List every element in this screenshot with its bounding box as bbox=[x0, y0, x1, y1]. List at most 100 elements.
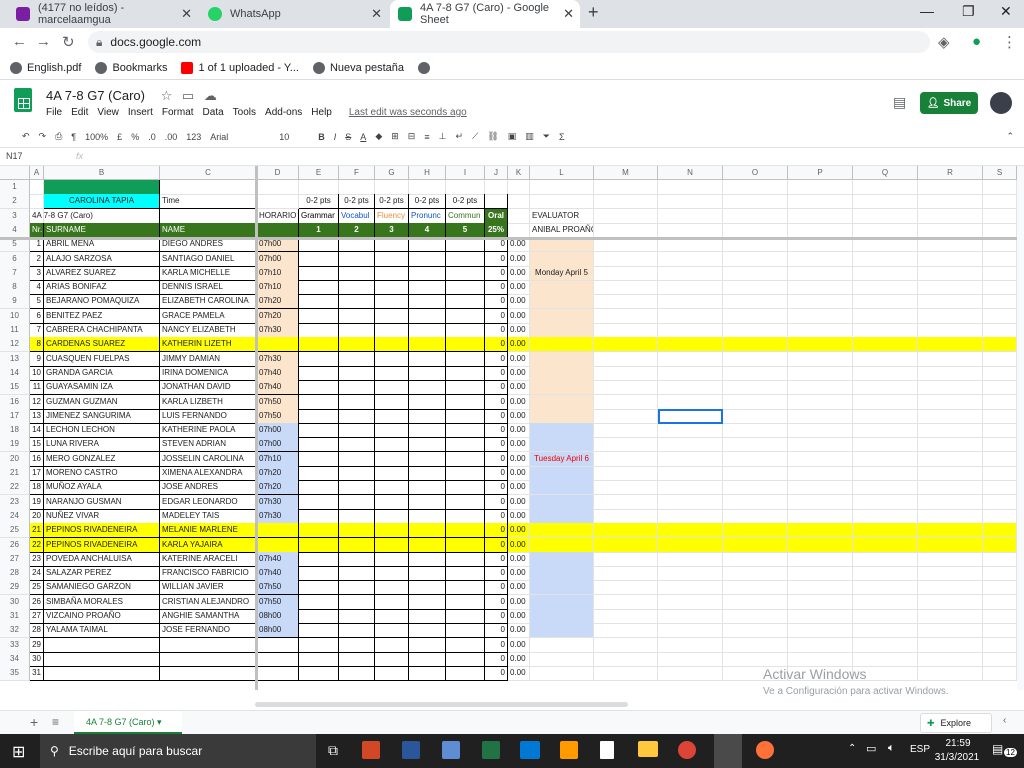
schedule-day-cell[interactable] bbox=[530, 594, 594, 610]
score-input-cell[interactable] bbox=[375, 594, 409, 610]
cell[interactable] bbox=[853, 222, 918, 238]
student-name-cell[interactable] bbox=[160, 637, 257, 653]
student-score-cell[interactable]: 0.00 bbox=[508, 308, 530, 324]
score-input-cell[interactable] bbox=[409, 623, 446, 639]
cell[interactable] bbox=[530, 180, 594, 195]
shield-icon[interactable]: ● bbox=[972, 33, 981, 50]
student-number-cell[interactable]: 21 bbox=[30, 523, 44, 539]
student-surname-cell[interactable]: LECHON LECHON bbox=[44, 423, 160, 439]
score-input-cell[interactable] bbox=[375, 380, 409, 396]
score-input-cell[interactable] bbox=[375, 508, 409, 524]
score-input-cell[interactable] bbox=[375, 523, 409, 539]
student-name-cell[interactable]: WILLIAN JAVIER bbox=[160, 580, 257, 596]
score-input-cell[interactable] bbox=[409, 651, 446, 667]
cell[interactable] bbox=[788, 480, 853, 496]
score-input-cell[interactable] bbox=[375, 623, 409, 639]
student-time-cell[interactable]: 07h50 bbox=[257, 394, 299, 410]
cell[interactable] bbox=[723, 508, 788, 524]
rotate-icon[interactable]: ⟋ bbox=[472, 131, 478, 142]
score-input-cell[interactable] bbox=[446, 623, 485, 639]
student-score-cell[interactable]: 0.00 bbox=[508, 423, 530, 439]
cell[interactable] bbox=[409, 180, 446, 195]
cell[interactable] bbox=[594, 594, 658, 610]
sheets-logo-icon[interactable] bbox=[14, 88, 32, 112]
cell[interactable] bbox=[853, 494, 918, 510]
new-tab-button[interactable]: + bbox=[588, 2, 599, 23]
cell[interactable] bbox=[788, 180, 853, 195]
cell[interactable] bbox=[853, 380, 918, 396]
student-surname-cell[interactable]: CABRERA CHACHIPANTA bbox=[44, 323, 160, 338]
cell[interactable] bbox=[530, 651, 594, 667]
student-number-cell[interactable]: 15 bbox=[30, 437, 44, 453]
cell[interactable] bbox=[658, 294, 723, 310]
score-input-cell[interactable] bbox=[409, 666, 446, 682]
schedule-day-cell[interactable] bbox=[530, 408, 594, 424]
row-header[interactable]: 34 bbox=[0, 651, 30, 667]
cell[interactable] bbox=[853, 294, 918, 310]
score-input-cell[interactable] bbox=[339, 280, 375, 296]
score-input-cell[interactable] bbox=[446, 408, 485, 424]
score-input-cell[interactable] bbox=[299, 594, 339, 610]
cell[interactable] bbox=[853, 594, 918, 610]
student-name-cell[interactable]: ELIZABETH CAROLINA bbox=[160, 294, 257, 310]
cell[interactable] bbox=[853, 365, 918, 381]
student-name-cell[interactable] bbox=[160, 666, 257, 682]
cell[interactable] bbox=[508, 180, 530, 195]
cell[interactable] bbox=[983, 451, 1017, 467]
cell[interactable] bbox=[594, 408, 658, 424]
student-score-cell[interactable]: 0.00 bbox=[508, 609, 530, 624]
cell[interactable] bbox=[983, 194, 1017, 210]
student-time-cell[interactable]: 07h40 bbox=[257, 380, 299, 396]
score-input-cell[interactable] bbox=[375, 365, 409, 381]
cell[interactable] bbox=[918, 308, 983, 324]
student-total-cell[interactable]: 0 bbox=[485, 666, 508, 682]
student-number-cell[interactable]: 17 bbox=[30, 466, 44, 481]
file-icon[interactable] bbox=[600, 741, 614, 759]
bookmark-nueva[interactable]: Nueva pestaña bbox=[312, 61, 404, 74]
score-input-cell[interactable] bbox=[299, 609, 339, 624]
more-formats-button[interactable]: 123 bbox=[186, 132, 201, 142]
row-header[interactable]: 30 bbox=[0, 594, 30, 610]
cell[interactable] bbox=[983, 480, 1017, 496]
score-input-cell[interactable] bbox=[299, 666, 339, 682]
cell[interactable] bbox=[30, 180, 44, 195]
score-input-cell[interactable] bbox=[299, 280, 339, 296]
highlight-cell[interactable] bbox=[918, 337, 983, 353]
score-input-cell[interactable] bbox=[375, 580, 409, 596]
student-total-cell[interactable]: 0 bbox=[485, 451, 508, 467]
cell[interactable] bbox=[983, 494, 1017, 510]
cell[interactable] bbox=[594, 437, 658, 453]
taskbar-search[interactable]: ⚲ Escribe aquí para buscar bbox=[40, 734, 316, 768]
row-header[interactable]: 15 bbox=[0, 380, 30, 396]
cell[interactable] bbox=[257, 222, 299, 238]
criteria-cell[interactable]: Pronunc bbox=[409, 208, 446, 224]
score-input-cell[interactable] bbox=[339, 437, 375, 453]
score-input-cell[interactable] bbox=[446, 609, 485, 624]
student-number-cell[interactable]: 24 bbox=[30, 566, 44, 582]
score-input-cell[interactable] bbox=[299, 637, 339, 653]
cell[interactable] bbox=[658, 323, 723, 338]
cell[interactable] bbox=[788, 365, 853, 381]
cell[interactable] bbox=[723, 394, 788, 410]
student-number-cell[interactable]: 28 bbox=[30, 623, 44, 639]
comment-icon[interactable]: ▣ bbox=[508, 131, 517, 142]
student-name-cell[interactable]: JOSE ANDRES bbox=[160, 480, 257, 496]
student-surname-cell[interactable]: JIMENEZ SANGURIMA bbox=[44, 408, 160, 424]
clock-time[interactable]: 21:59 bbox=[938, 738, 978, 749]
cell[interactable] bbox=[594, 466, 658, 481]
cell[interactable] bbox=[983, 580, 1017, 596]
criteria-number-cell[interactable]: 3 bbox=[375, 222, 409, 238]
student-total-cell[interactable]: 0 bbox=[485, 466, 508, 481]
column-header[interactable]: F bbox=[339, 166, 375, 180]
student-total-cell[interactable]: 0 bbox=[485, 337, 508, 353]
student-score-cell[interactable]: 0.00 bbox=[508, 265, 530, 281]
cell[interactable] bbox=[853, 351, 918, 367]
student-total-cell[interactable]: 0 bbox=[485, 294, 508, 310]
cell[interactable] bbox=[594, 194, 658, 210]
student-score-cell[interactable]: 0.00 bbox=[508, 365, 530, 381]
student-score-cell[interactable]: 0.00 bbox=[508, 408, 530, 424]
points-cell[interactable]: 0-2 pts bbox=[339, 194, 375, 210]
cell[interactable] bbox=[918, 423, 983, 439]
score-input-cell[interactable] bbox=[409, 351, 446, 367]
column-header[interactable]: R bbox=[918, 166, 983, 180]
